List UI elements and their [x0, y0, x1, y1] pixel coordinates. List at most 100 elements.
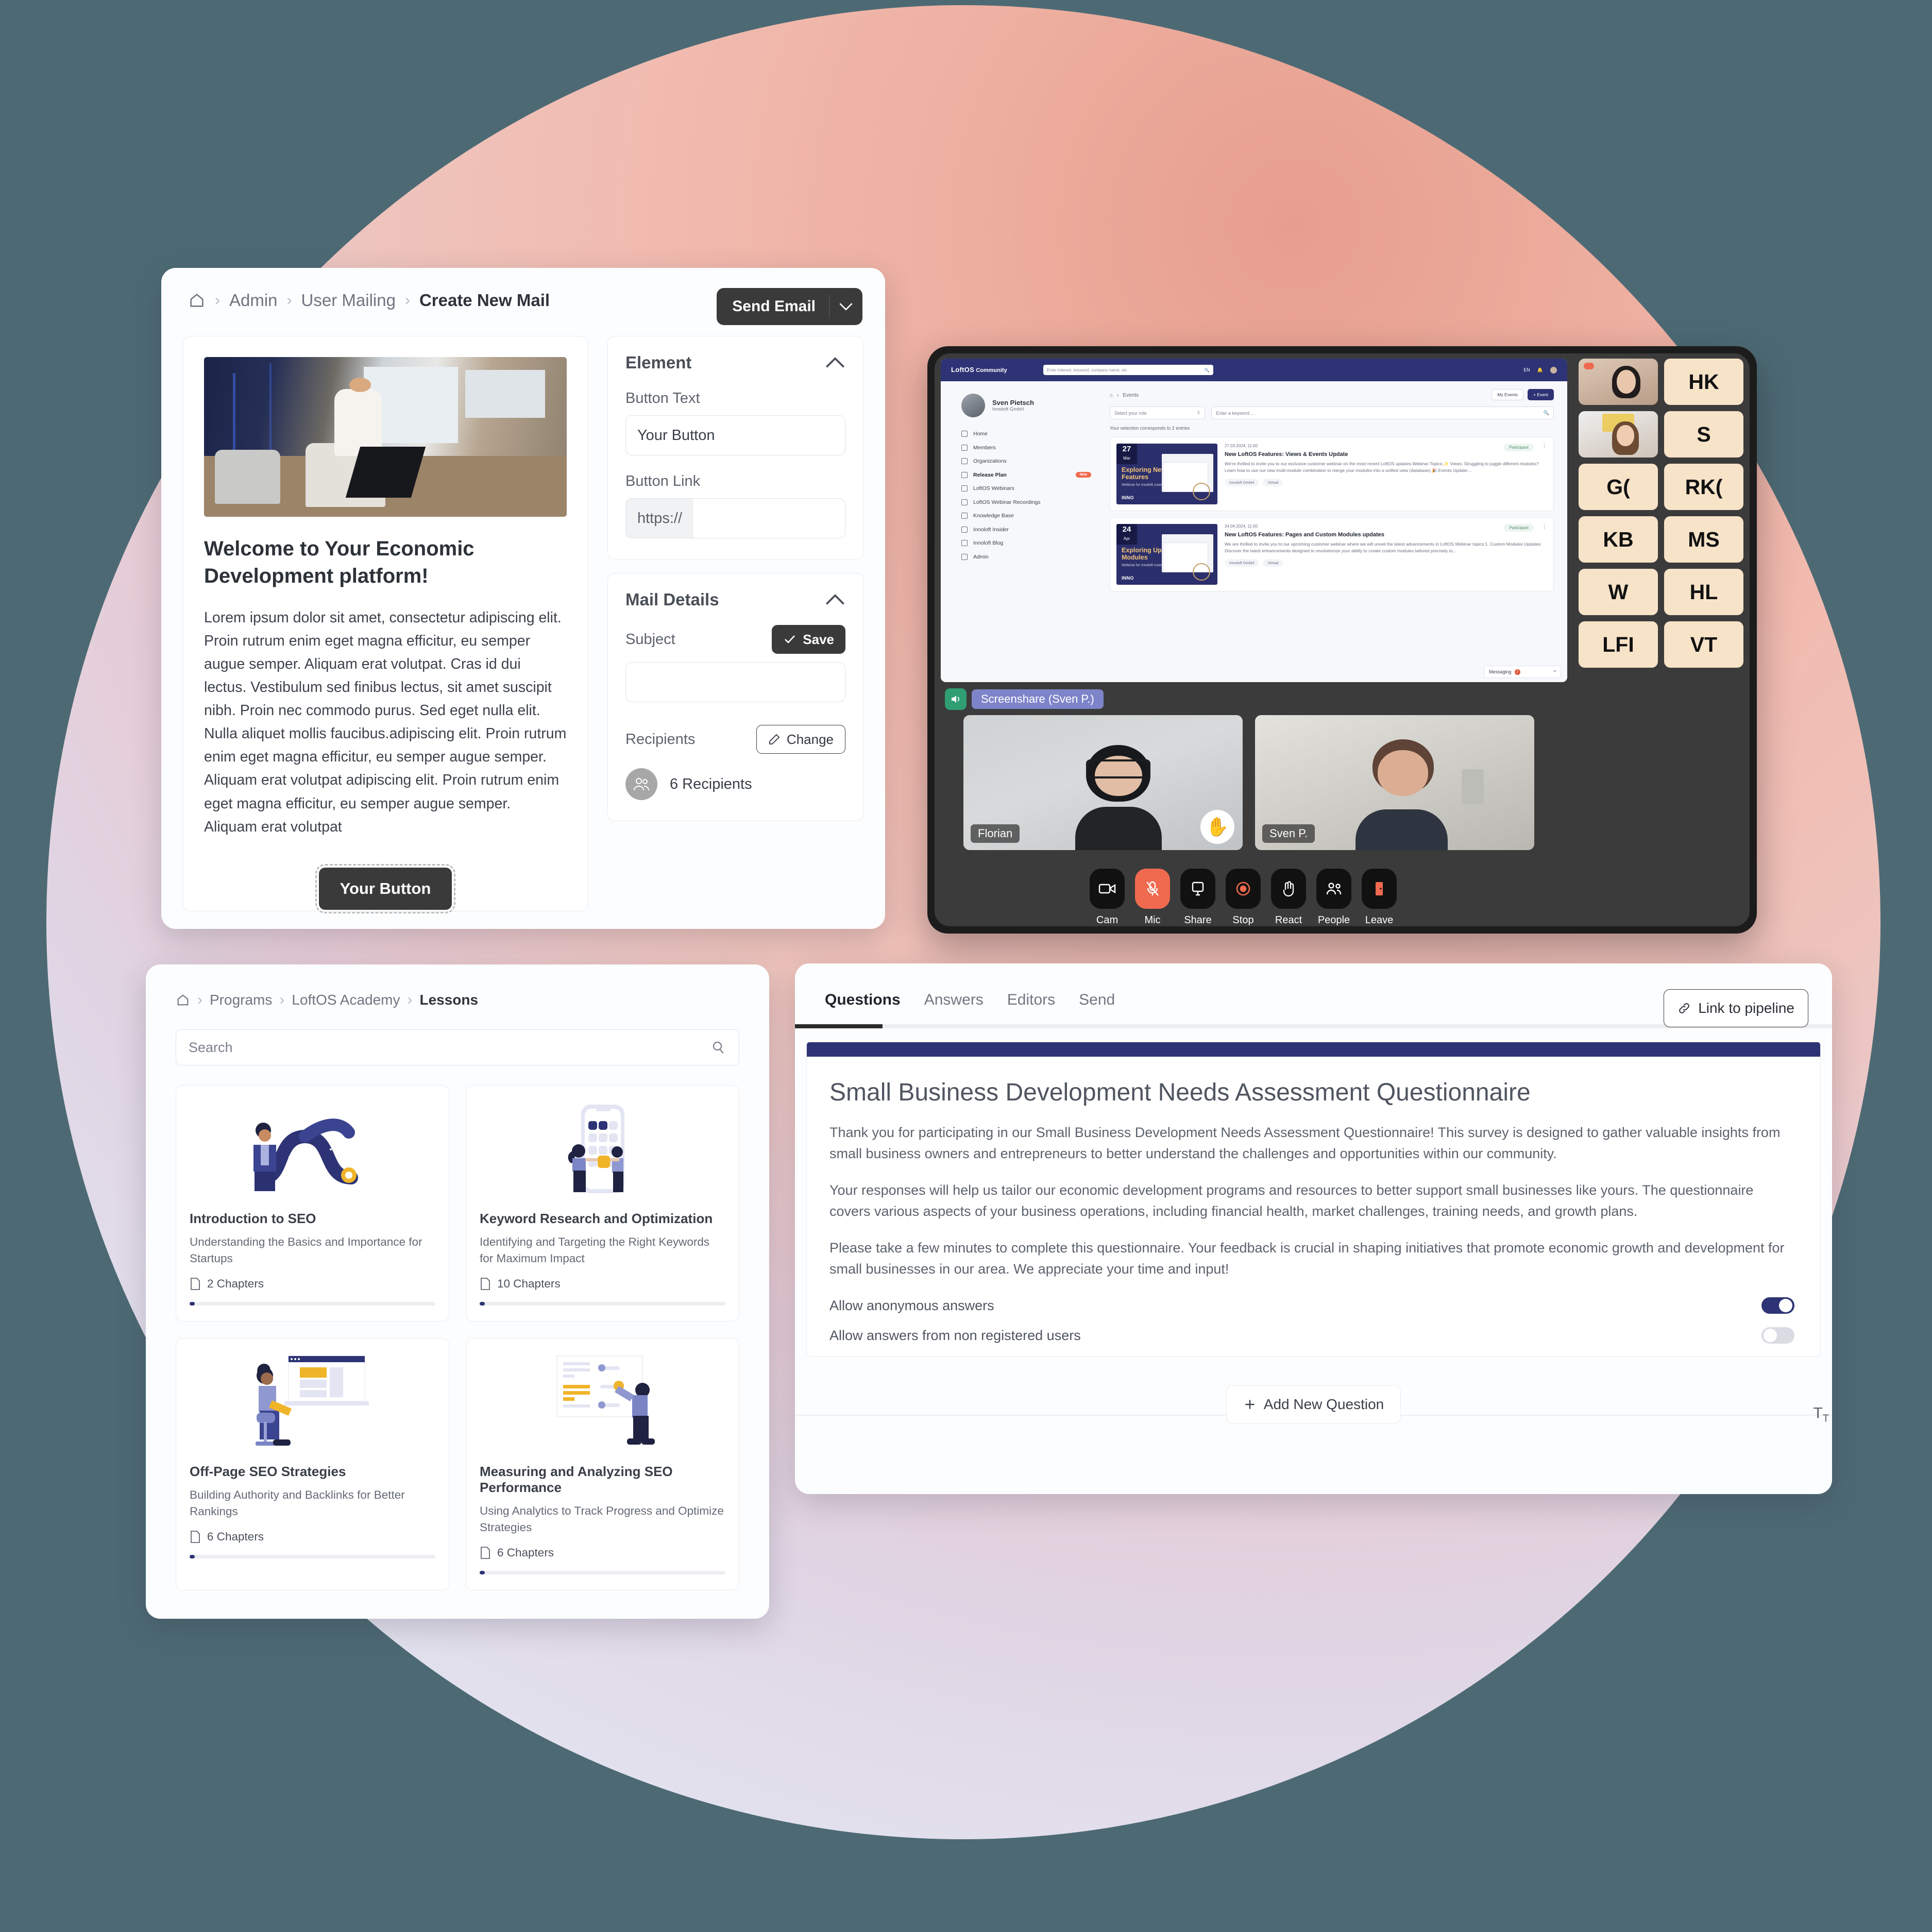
chevron-down-icon[interactable]	[829, 302, 862, 311]
mail-details-header[interactable]: Mail Details	[625, 590, 845, 609]
mic-muted-icon[interactable]	[1135, 869, 1170, 909]
chevron-up-icon[interactable]	[825, 357, 845, 369]
control-mic[interactable]: Mic	[1135, 869, 1170, 926]
screen-share-icon[interactable]	[1180, 869, 1215, 909]
status-badge: New	[1075, 472, 1091, 478]
breadcrumb-programs[interactable]: Programs	[210, 992, 272, 1008]
hand-raise-icon[interactable]	[1271, 869, 1306, 909]
tab-answers[interactable]: Answers	[924, 991, 984, 1009]
toggle-allow-non-registered[interactable]	[1761, 1327, 1794, 1344]
participant-tile-initials[interactable]: KB	[1579, 516, 1658, 563]
participant-tile-initials[interactable]: RK(	[1664, 464, 1743, 510]
sidebar-item-label: Knowledge Base	[973, 513, 1014, 519]
search-icon[interactable]: 🔍	[1205, 368, 1210, 372]
participant-tile-initials[interactable]: MS	[1664, 516, 1743, 563]
sidebar-item-loftos-webinars[interactable]: LoftOS Webinars	[961, 485, 1105, 492]
sidebar-item-innoloft-blog[interactable]: Innoloft Blog	[961, 540, 1105, 546]
sidebar-item-home[interactable]: Home	[961, 431, 1105, 437]
sidebar-item-innoloft-insider[interactable]: Innoloft Insider	[961, 526, 1105, 533]
loftos-user[interactable]: Sven Pietsch Innoloft GmbH	[961, 394, 1105, 417]
people-icon[interactable]	[1316, 869, 1351, 909]
video-tile-florian[interactable]: Florian ✋	[963, 715, 1243, 850]
change-recipients-button[interactable]: Change	[756, 725, 845, 754]
subject-input[interactable]	[625, 662, 845, 702]
sidebar-item-knowledge-base[interactable]: Knowledge Base	[961, 513, 1105, 519]
search-input[interactable]: Search	[176, 1029, 739, 1065]
participant-tile-initials[interactable]: W	[1579, 569, 1658, 615]
recipients-summary[interactable]: 6 Recipients	[625, 768, 845, 800]
chevron-up-icon[interactable]: ^	[1554, 669, 1556, 674]
participant-tile-initials[interactable]: G(	[1579, 464, 1658, 510]
accent-bar	[807, 1042, 1820, 1057]
control-cam[interactable]: Cam	[1090, 869, 1125, 926]
participant-tile-initials[interactable]: VT	[1664, 621, 1743, 668]
loftos-search-input[interactable]: Enter interest, keyword, company name, e…	[1043, 365, 1213, 375]
sidebar-item-members[interactable]: Members	[961, 444, 1105, 451]
lesson-card[interactable]: Keyword Research and Optimization Identi…	[466, 1085, 739, 1321]
add-new-question-button[interactable]: Add New Question	[1226, 1385, 1401, 1424]
add-event-button[interactable]: + Event	[1527, 389, 1554, 400]
lesson-chapters-label: 2 Chapters	[207, 1277, 264, 1290]
participant-tile-initials[interactable]: HK	[1664, 359, 1743, 405]
home-icon[interactable]: ⌂	[1110, 393, 1113, 398]
event-row[interactable]: 27 Mar Exploring New LoftOS Features Webi…	[1110, 437, 1554, 511]
home-icon[interactable]	[176, 993, 190, 1007]
my-events-button[interactable]: My Events	[1492, 389, 1523, 400]
participant-tile-initials[interactable]: S	[1664, 411, 1743, 457]
sidebar-item-organizations[interactable]: Organizations	[961, 458, 1105, 464]
record-stop-icon[interactable]	[1226, 869, 1261, 909]
keyword-input[interactable]: Enter a keyword... 🔍	[1211, 406, 1554, 419]
tab-send[interactable]: Send	[1079, 991, 1115, 1009]
more-options-icon[interactable]: ⋮	[1541, 523, 1547, 530]
button-text-input[interactable]: Your Button	[625, 415, 845, 455]
breadcrumb-user-mailing[interactable]: User Mailing	[301, 291, 396, 310]
link-to-pipeline-button[interactable]: Link to pipeline	[1664, 989, 1808, 1027]
messaging-widget[interactable]: Messaging 2 ^	[1484, 666, 1561, 678]
lesson-card[interactable]: Measuring and Analyzing SEO Performance …	[466, 1337, 739, 1590]
control-leave[interactable]: Leave	[1362, 869, 1397, 926]
sidebar-item-release-plan[interactable]: Release Plan New	[961, 471, 1105, 478]
avatar[interactable]	[1550, 366, 1557, 374]
more-options-icon[interactable]: ⋮	[1541, 443, 1547, 449]
control-people[interactable]: People	[1316, 869, 1351, 926]
participant-tile-camera[interactable]	[1579, 411, 1658, 457]
tab-editors[interactable]: Editors	[1007, 991, 1055, 1009]
video-tile-sven[interactable]: Sven P.	[1255, 715, 1534, 850]
home-icon[interactable]	[188, 292, 206, 309]
participant-tile-camera[interactable]	[1579, 359, 1658, 405]
save-button[interactable]: Save	[772, 625, 845, 654]
role-select[interactable]: Select your role ⇳	[1110, 406, 1205, 419]
control-stop[interactable]: Stop	[1226, 869, 1261, 926]
loftos-main: ⌂ › Events My Events + Event Select your …	[1105, 381, 1567, 682]
send-email-button[interactable]: Send Email	[717, 288, 862, 325]
lesson-card[interactable]: Introduction to SEO Understanding the Ba…	[176, 1085, 449, 1321]
lesson-subtitle: Understanding the Basics and Importance …	[190, 1235, 422, 1265]
tab-questions[interactable]: Questions	[825, 991, 901, 1009]
search-icon[interactable]	[711, 1040, 726, 1055]
event-row[interactable]: 24Apr Exploring Updated LoftOS Modules W…	[1110, 517, 1554, 591]
breadcrumb-loftos-academy[interactable]: LoftOS Academy	[292, 992, 400, 1008]
chevron-up-icon[interactable]	[825, 594, 845, 606]
lesson-card[interactable]: Off-Page SEO Strategies Building Authori…	[176, 1337, 449, 1590]
shared-screen[interactable]: LoftOS Community Enter interest, keyword…	[941, 359, 1567, 682]
button-link-input[interactable]: https://	[625, 498, 845, 538]
camera-icon[interactable]	[1090, 869, 1125, 909]
control-share[interactable]: Share	[1180, 869, 1215, 926]
notifications-bell-icon[interactable]: 🔔	[1537, 367, 1543, 373]
sidebar-item-label: LoftOS Webinar Recordings	[973, 499, 1041, 505]
control-label: React	[1275, 914, 1302, 926]
questionnaire-window: Questions Answers Editors Send Link to p…	[795, 963, 1832, 1494]
sidebar-item-webinar-recordings[interactable]: LoftOS Webinar Recordings	[961, 499, 1105, 505]
control-react[interactable]: React	[1271, 869, 1306, 926]
preview-cta-button[interactable]: Your Button	[315, 863, 455, 913]
text-format-icon[interactable]: TT	[1813, 1405, 1829, 1425]
element-panel-header[interactable]: Element	[625, 353, 845, 372]
breadcrumb-admin[interactable]: Admin	[229, 291, 278, 310]
screenshare-label[interactable]: Screenshare (Sven P.)	[972, 689, 1104, 709]
sidebar-item-admin[interactable]: Admin	[961, 553, 1105, 560]
toggle-allow-anonymous[interactable]	[1761, 1297, 1794, 1314]
leave-door-icon[interactable]	[1362, 869, 1397, 909]
participant-tile-initials[interactable]: HL	[1664, 569, 1743, 615]
participant-tile-initials[interactable]: LFI	[1579, 621, 1658, 668]
language-selector[interactable]: EN	[1523, 367, 1530, 372]
